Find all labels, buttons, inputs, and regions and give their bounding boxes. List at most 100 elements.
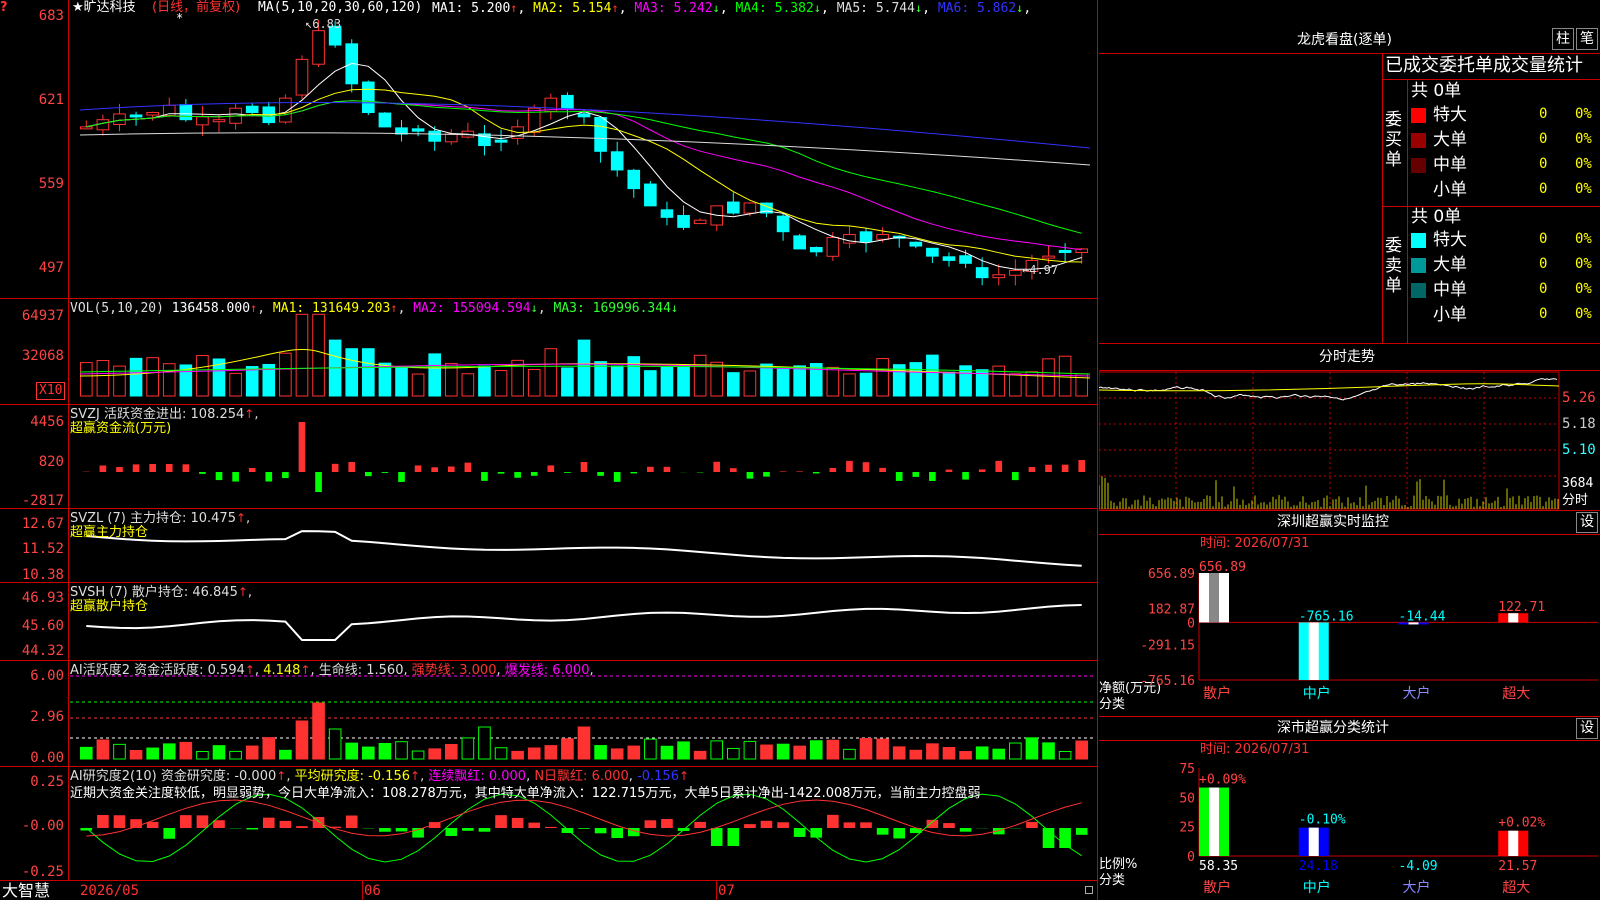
flow-bar bbox=[713, 461, 721, 472]
candle bbox=[362, 81, 375, 114]
flow-bar bbox=[149, 464, 156, 472]
volume-bar bbox=[345, 348, 359, 397]
flow-bar bbox=[895, 472, 903, 481]
flow-bar bbox=[348, 462, 356, 472]
research-bar bbox=[1075, 828, 1088, 835]
flow-bar bbox=[431, 467, 439, 472]
activity-bar bbox=[444, 743, 458, 760]
candle bbox=[96, 119, 110, 131]
candle bbox=[1058, 249, 1072, 253]
volume-bar bbox=[411, 373, 425, 397]
date-divider bbox=[362, 880, 363, 900]
flow-bar bbox=[779, 471, 787, 472]
flow-bar bbox=[597, 472, 604, 476]
y-tick: -0.00 bbox=[21, 818, 64, 834]
volume-bar bbox=[660, 366, 674, 397]
volume-bar bbox=[876, 358, 889, 397]
side-panel: 龙虎看盘(逐单) 柱 笔 已成交委托单成交量统计 委买单 委卖单 共 0单 共 … bbox=[1099, 0, 1600, 900]
sz-stats-xlabel: 分类 bbox=[1099, 873, 1126, 888]
research-bar bbox=[97, 814, 109, 828]
flow-bar bbox=[663, 466, 671, 472]
activity-bar bbox=[809, 740, 823, 760]
flow-bar bbox=[829, 468, 837, 472]
candle bbox=[295, 58, 309, 96]
y-tick: 10.38 bbox=[21, 567, 64, 583]
candle bbox=[129, 114, 143, 118]
ma-direction: ↑ bbox=[510, 1, 518, 15]
flow-bar bbox=[1045, 464, 1052, 472]
candle bbox=[577, 113, 591, 118]
kline-chart[interactable] bbox=[0, 0, 1098, 900]
volume-bar bbox=[378, 362, 392, 397]
activity-bar bbox=[793, 745, 806, 760]
activity-bar bbox=[162, 743, 176, 760]
activity-bar bbox=[378, 742, 392, 760]
activity-bar bbox=[79, 746, 93, 760]
flow-bar bbox=[331, 463, 339, 472]
activity-bar bbox=[826, 739, 840, 760]
flow-bar bbox=[746, 472, 754, 479]
flow-bar bbox=[729, 468, 737, 472]
research-bar bbox=[345, 815, 358, 828]
volume-bar bbox=[96, 359, 110, 397]
y-tick: 0 bbox=[1187, 850, 1195, 865]
activity-bar bbox=[776, 743, 790, 760]
category-label: 大户 bbox=[1403, 685, 1431, 702]
activity-bar bbox=[1075, 740, 1089, 760]
research-bar bbox=[694, 821, 706, 828]
flow-bar bbox=[315, 472, 322, 492]
volume-bar bbox=[627, 356, 641, 397]
flow-bar bbox=[232, 472, 239, 482]
research-bar bbox=[279, 820, 292, 828]
activity-bar bbox=[909, 749, 923, 760]
activity-bar bbox=[544, 745, 558, 760]
volume-bar bbox=[1009, 373, 1022, 397]
kline-panel[interactable]: ? ★旷达科技 (日线，前复权) MA(5,10,20,30,60,120) M… bbox=[0, 0, 1098, 900]
star-marker: * bbox=[176, 11, 184, 25]
research-bar bbox=[827, 814, 839, 828]
flow-bar bbox=[630, 472, 638, 474]
volume-bar bbox=[610, 365, 624, 397]
volume-bar bbox=[113, 365, 126, 397]
y-tick: 497 bbox=[38, 260, 64, 276]
candle bbox=[793, 235, 806, 250]
activity-bar bbox=[262, 737, 276, 760]
volume-bar bbox=[295, 313, 309, 397]
activity-bar bbox=[926, 743, 939, 760]
flow-bar bbox=[796, 471, 803, 472]
activity-bar bbox=[511, 750, 524, 760]
research-bar bbox=[196, 815, 209, 828]
settings-button[interactable]: 设 bbox=[1576, 718, 1598, 739]
flow-bar bbox=[812, 472, 820, 474]
activity-bar bbox=[859, 738, 873, 760]
sz-stats-time: 时间: 2026/07/31 bbox=[1200, 742, 1310, 757]
flow-bar bbox=[514, 472, 521, 478]
volume-bar bbox=[727, 372, 740, 397]
ma-line bbox=[86, 62, 1082, 270]
vol-unit: X10 bbox=[36, 382, 66, 400]
volume-bar bbox=[644, 370, 657, 397]
y-tick: -765.16 bbox=[1140, 674, 1195, 689]
lock-icon[interactable] bbox=[1085, 886, 1093, 894]
volume-bar bbox=[362, 348, 375, 397]
activity-bar bbox=[610, 748, 624, 760]
volume-bar bbox=[544, 348, 558, 397]
research-bar bbox=[262, 817, 275, 828]
volume-bar bbox=[677, 365, 690, 397]
period-label[interactable]: (日线，前复权) bbox=[152, 0, 240, 16]
activity-bar bbox=[594, 745, 607, 760]
ma-value: MA5: 5.744 bbox=[836, 1, 915, 16]
research-bar bbox=[943, 823, 955, 828]
activity-bar bbox=[644, 738, 657, 760]
flow-bar bbox=[846, 460, 853, 472]
candle bbox=[975, 267, 989, 279]
flow-bar bbox=[763, 472, 770, 477]
y-tick: 683 bbox=[38, 8, 64, 24]
candle bbox=[959, 255, 972, 264]
candle bbox=[627, 169, 641, 190]
divider bbox=[1099, 740, 1600, 741]
ratio-bar-highlight bbox=[1508, 830, 1519, 856]
research-bar bbox=[744, 824, 756, 828]
flow-bar bbox=[580, 461, 588, 472]
volume-bar bbox=[1042, 358, 1055, 397]
